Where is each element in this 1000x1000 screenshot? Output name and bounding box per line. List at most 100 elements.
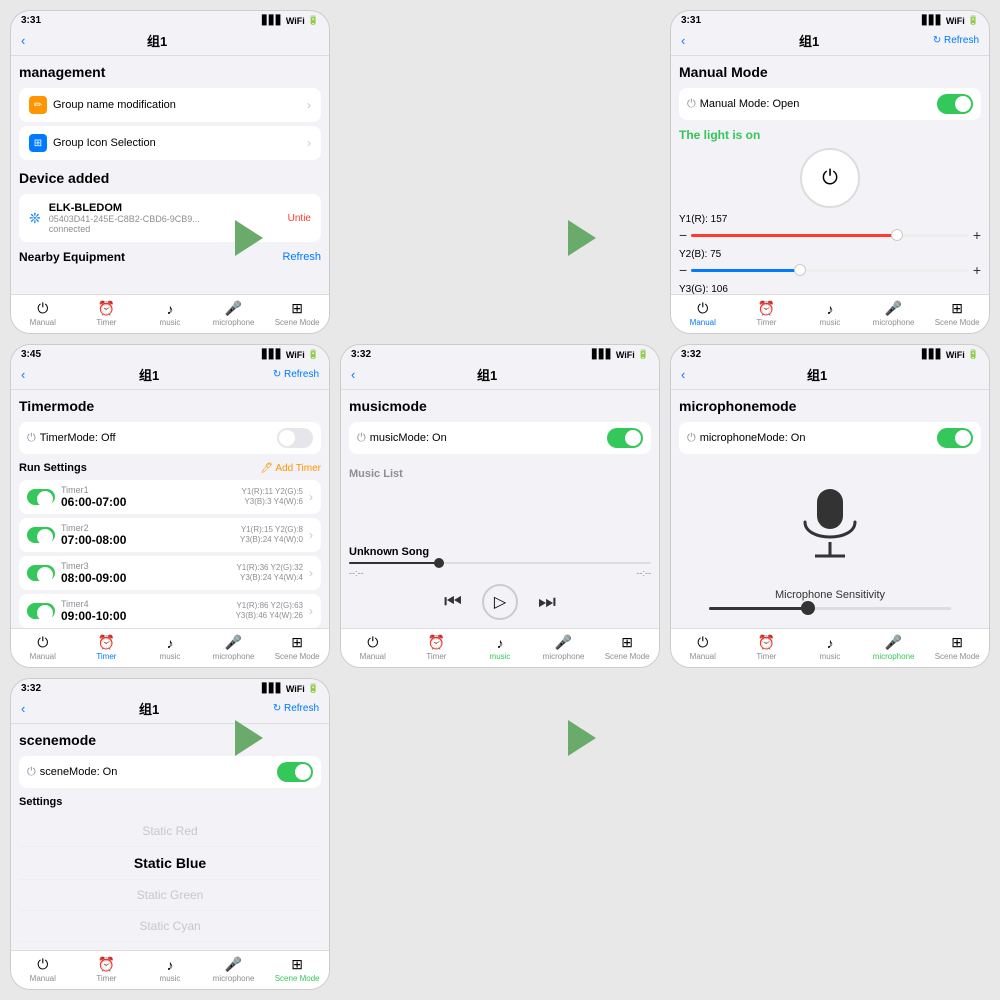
wifi-4: WiFi — [616, 350, 635, 360]
scene-label-6: Scene Mode — [275, 974, 320, 983]
refresh-2[interactable]: ↻ Refresh — [933, 35, 979, 46]
untie-button[interactable]: Untie — [288, 213, 311, 224]
y1-minus[interactable]: − — [679, 227, 687, 243]
tab-scene-4[interactable]: ⊞ Scene Mode — [595, 634, 659, 661]
tab-mic-1[interactable]: 🎤 microphone — [202, 300, 266, 327]
sensitivity-slider — [679, 607, 981, 610]
y2-label: Y2(B): 75 — [679, 249, 981, 260]
battery-6: 🔋 — [308, 683, 319, 694]
y1-label: Y1(R): 157 — [679, 214, 981, 225]
timer4-toggle[interactable] — [27, 603, 55, 619]
scene-icon-6: ⊞ — [291, 956, 303, 973]
add-timer-btn[interactable]: 🖊 Add Timer — [261, 463, 322, 474]
tab-music-5[interactable]: ♪ music — [798, 635, 862, 661]
tab-timer-3[interactable]: ⏰ Timer — [75, 634, 139, 661]
timer-label: Timer — [96, 318, 116, 327]
tab-manual-5[interactable]: ⏻ Manual — [671, 634, 735, 661]
signal-4: ▋▋▋ — [592, 349, 613, 360]
scene-static-blue[interactable]: Static Blue — [19, 847, 321, 880]
timer-label-2: Timer — [756, 318, 776, 327]
y2-plus[interactable]: + — [973, 262, 981, 278]
tab-scene-6[interactable]: ⊞ Scene Mode — [265, 956, 329, 983]
timer-row-4[interactable]: Timer4 09:00-10:00 Y1(R):86 Y2(G):63Y3(B… — [19, 594, 321, 628]
play-button[interactable]: ▷ — [482, 584, 518, 620]
tab-music-6[interactable]: ♪ music — [138, 957, 202, 983]
toggle-music[interactable] — [607, 428, 643, 448]
mode-header-timer: ⏻ TimerMode: Off — [19, 422, 321, 454]
tab-manual-4[interactable]: ⏻ Manual — [341, 634, 405, 661]
tab-scene-3[interactable]: ⊞ Scene Mode — [265, 634, 329, 661]
nav-title-2: 组1 — [685, 31, 932, 50]
sens-track[interactable] — [709, 607, 951, 610]
power-button[interactable]: ⏻ — [800, 148, 860, 208]
tab-mic-4[interactable]: 🎤 microphone — [532, 634, 596, 661]
phone-manual: 3:31 ▋▋▋ WiFi 🔋 ‹ 组1 ↻ Refresh Manual Mo… — [670, 10, 990, 334]
scene-static-red[interactable]: Static Red — [19, 816, 321, 847]
toggle-manual[interactable] — [937, 94, 973, 114]
music-list-title: Music List — [349, 468, 651, 480]
prev-button[interactable]: ⏮ — [444, 591, 462, 614]
timer-row-2[interactable]: Timer2 07:00-08:00 Y1(R):15 Y2(G):8Y3(B)… — [19, 518, 321, 552]
time-4: 3:32 — [351, 349, 371, 360]
next-button[interactable]: ⏭ — [538, 591, 556, 614]
group-icon-row[interactable]: ⊞ Group Icon Selection › — [19, 126, 321, 160]
tab-scene-2[interactable]: ⊞ Scene Mode — [925, 300, 989, 327]
tab-manual-1[interactable]: ⏻ Manual — [11, 300, 75, 327]
y2-slider[interactable] — [691, 269, 969, 272]
tab-music-2[interactable]: ♪ music — [798, 301, 862, 327]
tab-timer-2[interactable]: ⏰ Timer — [735, 300, 799, 327]
y1-plus[interactable]: + — [973, 227, 981, 243]
status-icons-5: ▋▋▋ WiFi 🔋 — [922, 349, 979, 360]
manual-icon-6: ⏻ — [37, 956, 48, 973]
timer1-toggle[interactable] — [27, 489, 55, 505]
timer1-extra: Y1(R):11 Y2(G):5Y3(B):3 Y4(W):6 — [241, 487, 303, 508]
tab-mic-6[interactable]: 🎤 microphone — [202, 956, 266, 983]
y1-slider[interactable] — [691, 234, 969, 237]
toggle-scene[interactable] — [277, 762, 313, 782]
toggle-mic[interactable] — [937, 428, 973, 448]
nav-title-5: 组1 — [685, 365, 949, 384]
tab-scene-5[interactable]: ⊞ Scene Mode — [925, 634, 989, 661]
refresh-6[interactable]: ↻ Refresh — [273, 703, 319, 714]
content-timer: Timermode ⏻ TimerMode: Off Run Settings … — [11, 390, 329, 628]
y3-label: Y3(G): 106 — [679, 284, 981, 294]
song-track[interactable] — [349, 562, 651, 564]
y2-minus[interactable]: − — [679, 262, 687, 278]
timer-row-3[interactable]: Timer3 08:00-09:00 Y1(R):36 Y2(G):32Y3(B… — [19, 556, 321, 590]
tab-timer-4[interactable]: ⏰ Timer — [405, 634, 469, 661]
nearby-refresh[interactable]: Refresh — [282, 251, 321, 263]
tab-manual-2[interactable]: ⏻ Manual — [671, 300, 735, 327]
status-bar-4: 3:32 ▋▋▋ WiFi 🔋 — [341, 345, 659, 362]
scene-static-cyan[interactable]: Static Cyan — [19, 911, 321, 942]
tab-manual-6[interactable]: ⏻ Manual — [11, 956, 75, 983]
timer3-extra: Y1(R):36 Y2(G):32Y3(B):24 Y4(W):4 — [236, 563, 303, 584]
tab-timer-6[interactable]: ⏰ Timer — [75, 956, 139, 983]
tab-mic-5[interactable]: 🎤 microphone — [862, 634, 926, 661]
device-card: ❊ ELK-BLEDOM 05403D41-245E-C8B2-CBD6-9CB… — [19, 194, 321, 242]
group-name-row[interactable]: ✏ Group name modification › — [19, 88, 321, 122]
scene-list: Static Red Static Blue Static Green Stat… — [19, 816, 321, 942]
music-label: music — [160, 318, 181, 327]
tab-manual-3[interactable]: ⏻ Manual — [11, 634, 75, 661]
timer2-info: Timer2 07:00-08:00 — [61, 523, 234, 547]
timer-row-1[interactable]: Timer1 06:00-07:00 Y1(R):11 Y2(G):5Y3(B)… — [19, 480, 321, 514]
tab-music-1[interactable]: ♪ music — [138, 301, 202, 327]
timer2-toggle[interactable] — [27, 527, 55, 543]
status-bar-2: 3:31 ▋▋▋ WiFi 🔋 — [671, 11, 989, 28]
refresh-3[interactable]: ↻ Refresh — [273, 369, 319, 380]
status-bar-1: 3:31 ▋▋▋ WiFi 🔋 — [11, 11, 329, 28]
tab-music-4[interactable]: ♪ music — [468, 635, 532, 661]
battery-5: 🔋 — [968, 349, 979, 360]
tab-timer-1[interactable]: ⏰ Timer — [75, 300, 139, 327]
tab-mic-3[interactable]: 🎤 microphone — [202, 634, 266, 661]
toggle-timer[interactable] — [277, 428, 313, 448]
manual-icon-2: ⏻ — [697, 300, 708, 317]
timer3-toggle[interactable] — [27, 565, 55, 581]
mode-label-music: ⏻ musicMode: On — [357, 432, 447, 445]
tab-timer-5[interactable]: ⏰ Timer — [735, 634, 799, 661]
tab-scene-1[interactable]: ⊞ Scene Mode — [265, 300, 329, 327]
chevron-1: › — [307, 98, 311, 112]
scene-static-green[interactable]: Static Green — [19, 880, 321, 911]
tab-mic-2[interactable]: 🎤 microphone — [862, 300, 926, 327]
tab-music-3[interactable]: ♪ music — [138, 635, 202, 661]
